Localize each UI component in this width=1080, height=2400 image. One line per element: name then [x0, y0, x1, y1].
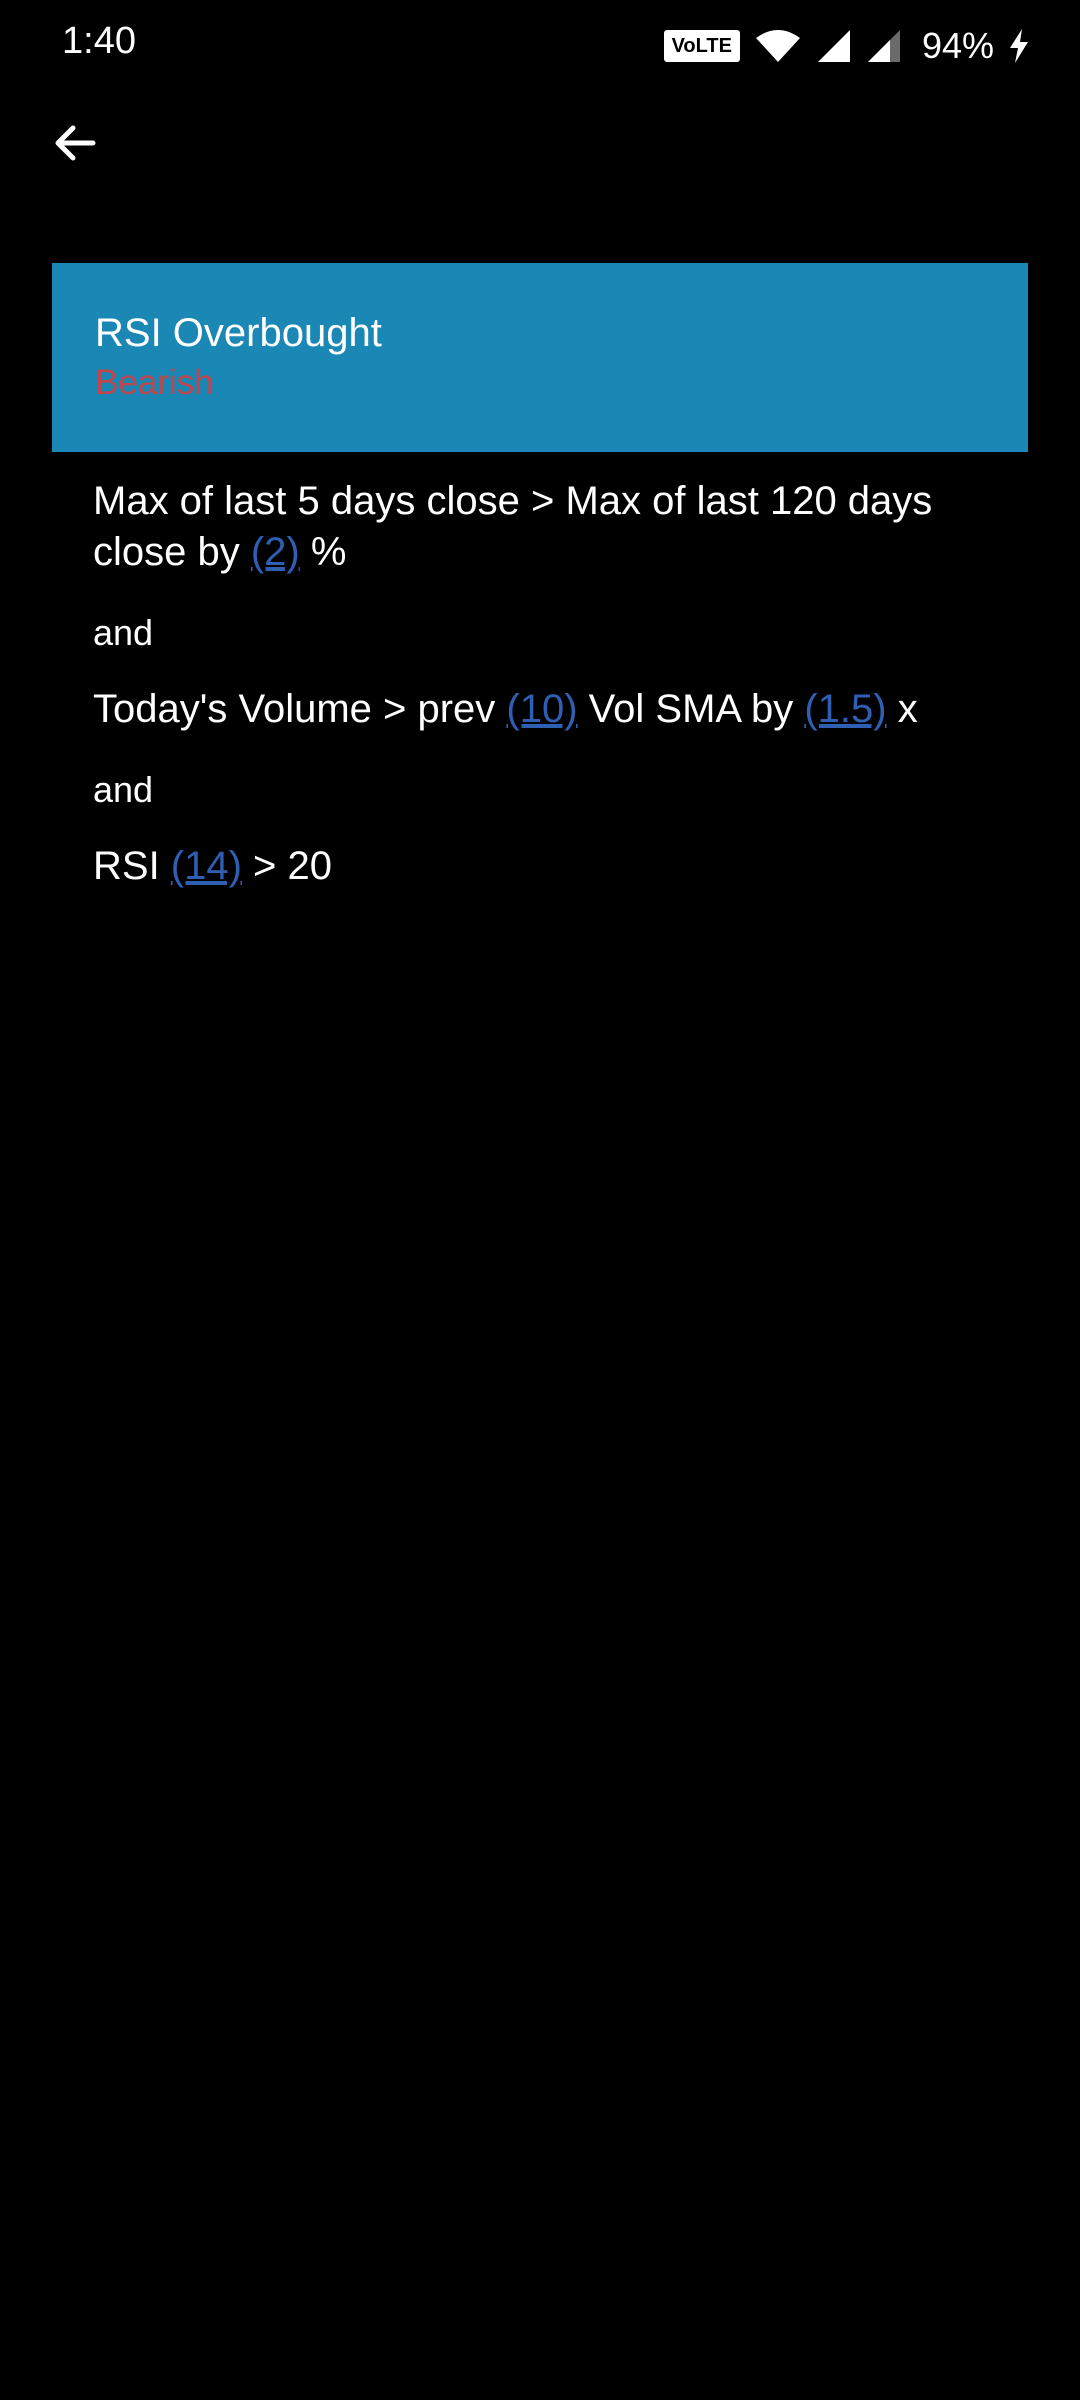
status-icons: VoLTE 94% [663, 22, 1030, 70]
battery-percent: 94% [921, 25, 994, 66]
back-button[interactable] [40, 110, 110, 180]
volte-badge: VoLTE [663, 30, 740, 62]
condition-rsi: RSI (14) > 20 [93, 841, 1013, 892]
condition-price-breakout: Max of last 5 days close > Max of last 1… [93, 476, 1013, 578]
condition-text: RSI [93, 844, 171, 888]
signal-icon [816, 28, 852, 64]
strategy-title: RSI Overbought [95, 311, 382, 355]
condition-text: Max of last 5 days close > Max of last 1… [93, 479, 933, 574]
status-bar: 1:40 VoLTE 94% [0, 0, 1080, 90]
condition-text: > 20 [241, 844, 333, 888]
conditions-list: Max of last 5 days close > Max of last 1… [93, 476, 1013, 892]
condition-text: Today's Volume > prev [93, 687, 507, 731]
param-percent[interactable]: (2) [251, 530, 300, 574]
condition-volume: Today's Volume > prev (10) Vol SMA by (1… [93, 684, 1013, 735]
and-label: and [93, 612, 154, 653]
strategy-header-card: RSI Overbought Bearish [52, 263, 1028, 452]
and-label: and [93, 769, 154, 810]
arrow-left-icon [51, 119, 99, 172]
status-time: 1:40 [62, 20, 136, 62]
param-sma-period[interactable]: (10) [506, 687, 577, 731]
charging-icon [1008, 28, 1030, 64]
condition-text: % [299, 530, 347, 574]
wifi-icon [754, 28, 802, 64]
param-rsi-period[interactable]: (14) [171, 844, 242, 888]
param-volume-multiplier[interactable]: (1.5) [804, 687, 886, 731]
condition-text: Vol SMA by [577, 687, 805, 731]
strategy-sentiment: Bearish [95, 363, 214, 402]
signal-icon [866, 28, 902, 64]
condition-text: x [886, 687, 918, 731]
